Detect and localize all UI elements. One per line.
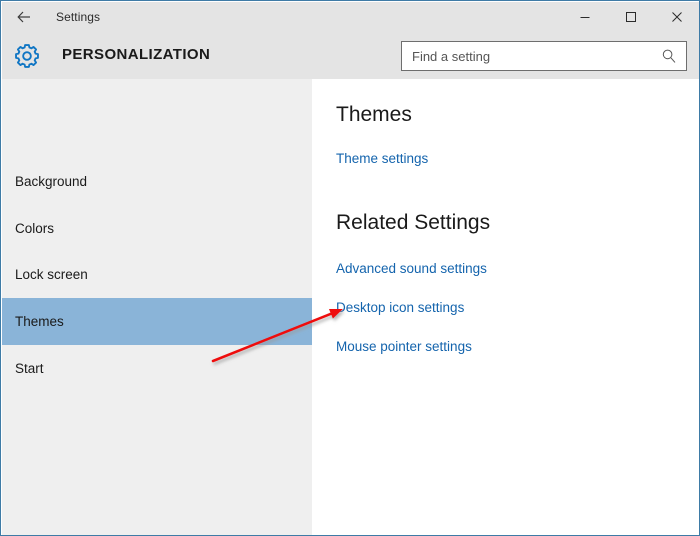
sidebar-item-label: Lock screen	[15, 267, 88, 282]
link-theme-settings[interactable]: Theme settings	[336, 151, 428, 166]
content-heading-themes: Themes	[336, 103, 412, 126]
gear-icon	[13, 42, 41, 70]
settings-window: Settings PERSONALIZATION Find a setting …	[0, 0, 700, 536]
maximize-icon[interactable]	[608, 2, 654, 32]
sidebar-item-background[interactable]: Background	[2, 158, 312, 205]
page-header: PERSONALIZATION	[2, 32, 699, 79]
search-input[interactable]	[402, 42, 649, 70]
sidebar-item-start[interactable]: Start	[2, 345, 312, 392]
link-desktop-icon-settings[interactable]: Desktop icon settings	[336, 300, 464, 315]
window-controls	[562, 2, 699, 32]
title-bar: Settings	[2, 2, 699, 32]
link-mouse-pointer-settings[interactable]: Mouse pointer settings	[336, 339, 472, 354]
search-box[interactable]	[401, 41, 687, 71]
sidebar-item-label: Start	[15, 361, 44, 376]
close-icon[interactable]	[654, 2, 699, 32]
sidebar-item-colors[interactable]: Colors	[2, 205, 312, 252]
sidebar-item-lock-screen[interactable]: Lock screen	[2, 251, 312, 298]
link-advanced-sound-settings[interactable]: Advanced sound settings	[336, 261, 487, 276]
sidebar-item-label: Themes	[15, 314, 64, 329]
sidebar-item-themes[interactable]: Themes	[2, 298, 312, 345]
sidebar-item-label: Background	[15, 174, 88, 189]
minimize-icon[interactable]	[562, 2, 608, 32]
back-arrow-icon[interactable]	[2, 2, 46, 32]
page-title: PERSONALIZATION	[62, 46, 211, 63]
search-icon[interactable]	[661, 48, 677, 64]
content-heading-related-settings: Related Settings	[336, 211, 491, 234]
main-content: Themes Theme settings Related Settings A…	[312, 79, 699, 535]
sidebar: Background Colors Lock screen Themes Sta…	[2, 79, 312, 535]
sidebar-item-label: Colors	[15, 221, 55, 236]
window-title: Settings	[56, 10, 101, 24]
